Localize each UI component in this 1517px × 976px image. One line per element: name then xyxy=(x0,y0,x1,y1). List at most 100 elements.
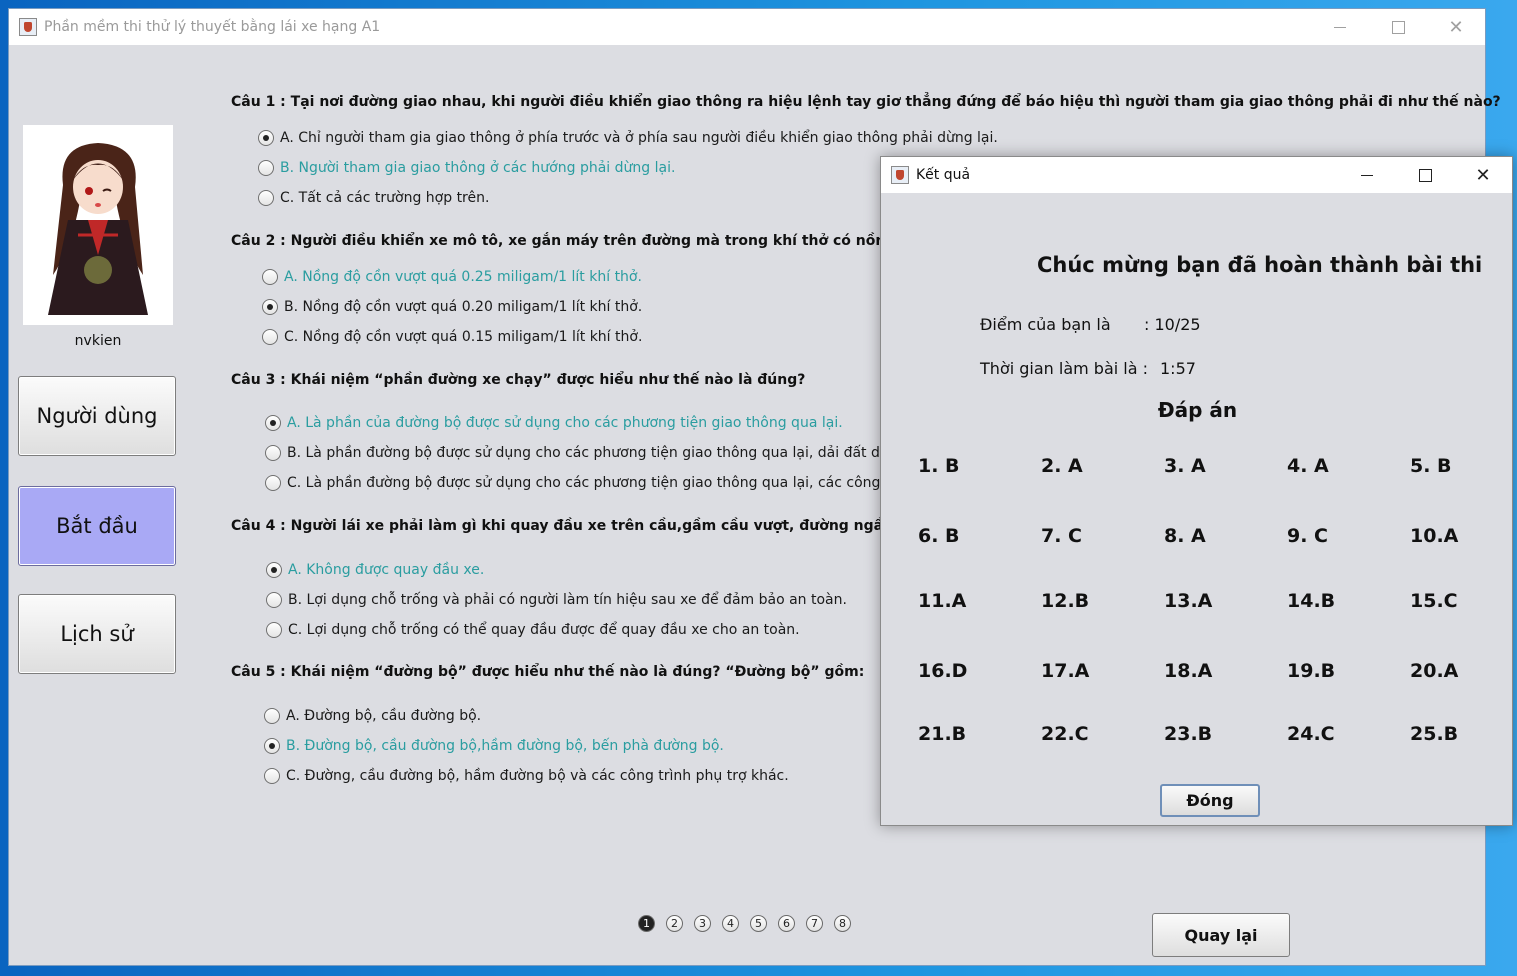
answer-item: 22.C xyxy=(1041,723,1089,745)
question-4-title: Câu 4 : Người lái xe phải làm gì khi qua… xyxy=(231,518,931,534)
window-title: Phần mềm thi thử lý thuyết bằng lái xe h… xyxy=(44,19,381,35)
history-button[interactable]: Lịch sử xyxy=(18,594,176,674)
page-4-radio[interactable]: 4 xyxy=(722,915,739,932)
dialog-minimize-button[interactable] xyxy=(1338,157,1396,193)
radio-icon[interactable] xyxy=(266,592,282,608)
answer-item: 16.D xyxy=(918,660,968,682)
answer-item: 20.A xyxy=(1410,660,1459,682)
maximize-icon xyxy=(1391,20,1405,34)
radio-icon[interactable] xyxy=(264,768,280,784)
answer-item: 19.B xyxy=(1287,660,1336,682)
question-2-option-a[interactable]: A. Nồng độ cồn vượt quá 0.25 miligam/1 l… xyxy=(262,269,642,285)
question-2-title: Câu 2 : Người điều khiển xe mô tô, xe gắ… xyxy=(231,233,943,249)
dialog-close-button[interactable]: ✕ xyxy=(1454,157,1512,193)
option-label: A. Là phần của đường bộ được sử dụng cho… xyxy=(287,415,843,431)
score-label: Điểm của bạn là xyxy=(980,315,1111,334)
question-5-option-c[interactable]: C. Đường, cầu đường bộ, hầm đường bộ và … xyxy=(264,768,789,784)
close-icon: ✕ xyxy=(1475,164,1491,186)
radio-icon[interactable] xyxy=(258,190,274,206)
radio-icon[interactable] xyxy=(258,160,274,176)
radio-icon[interactable] xyxy=(262,269,278,285)
radio-icon[interactable] xyxy=(258,130,274,146)
question-1-option-a[interactable]: A. Chỉ người tham gia giao thông ở phía … xyxy=(258,130,998,146)
option-label: A. Nồng độ cồn vượt quá 0.25 miligam/1 l… xyxy=(284,269,642,285)
radio-icon[interactable] xyxy=(266,622,282,638)
question-2-option-b[interactable]: B. Nồng độ cồn vượt quá 0.20 miligam/1 l… xyxy=(262,299,642,315)
java-app-icon xyxy=(891,166,909,184)
page-2-radio[interactable]: 2 xyxy=(666,915,683,932)
radio-icon[interactable] xyxy=(264,708,280,724)
question-3-title: Câu 3 : Khái niệm “phần đường xe chạy” đ… xyxy=(231,372,806,388)
question-4-option-b[interactable]: B. Lợi dụng chỗ trống và phải có người l… xyxy=(266,592,847,608)
option-label: B. Nồng độ cồn vượt quá 0.20 miligam/1 l… xyxy=(284,299,643,315)
answer-item: 18.A xyxy=(1164,660,1213,682)
question-3-option-c[interactable]: C. Là phần đường bộ được sử dụng cho các… xyxy=(265,475,918,491)
answer-item: 1. B xyxy=(918,455,960,477)
answer-item: 12.B xyxy=(1041,590,1090,612)
start-button[interactable]: Bắt đầu xyxy=(18,486,176,566)
option-label: A. Chỉ người tham gia giao thông ở phía … xyxy=(280,130,998,146)
page-selector: 1 2 3 4 5 6 7 8 xyxy=(638,915,851,932)
user-button[interactable]: Người dùng xyxy=(18,376,176,456)
question-1-title: Câu 1 : Tại nơi đường giao nhau, khi ngư… xyxy=(231,94,1501,110)
radio-icon[interactable] xyxy=(265,415,281,431)
answer-item: 8. A xyxy=(1164,525,1206,547)
option-label: B. Là phần đường bộ được sử dụng cho các… xyxy=(287,445,919,461)
close-icon: ✕ xyxy=(1448,16,1464,38)
option-label: B. Đường bộ, cầu đường bộ,hầm đường bộ, … xyxy=(286,738,724,754)
option-label: A. Đường bộ, cầu đường bộ. xyxy=(286,708,482,724)
dialog-maximize-button[interactable] xyxy=(1396,157,1454,193)
answer-item: 11.A xyxy=(918,590,967,612)
answer-item: 3. A xyxy=(1164,455,1206,477)
answer-item: 9. C xyxy=(1287,525,1328,547)
time-label: Thời gian làm bài là : xyxy=(980,359,1149,378)
congrats-heading: Chúc mừng bạn đã hoàn thành bài thi xyxy=(1037,253,1483,277)
java-app-icon xyxy=(19,18,37,36)
avatar xyxy=(23,125,173,325)
question-1-option-c[interactable]: C. Tất cả các trường hợp trên. xyxy=(258,190,489,206)
dialog-title: Kết quả xyxy=(916,167,971,183)
option-label: B. Lợi dụng chỗ trống và phải có người l… xyxy=(288,592,847,608)
answer-item: 4. A xyxy=(1287,455,1329,477)
answer-item: 14.B xyxy=(1287,590,1336,612)
radio-icon[interactable] xyxy=(265,445,281,461)
question-5-option-a[interactable]: A. Đường bộ, cầu đường bộ. xyxy=(264,708,481,724)
page-5-radio[interactable]: 5 xyxy=(750,915,767,932)
question-5-option-b[interactable]: B. Đường bộ, cầu đường bộ,hầm đường bộ, … xyxy=(264,738,724,754)
back-button[interactable]: Quay lại xyxy=(1152,913,1290,957)
question-1-option-b[interactable]: B. Người tham gia giao thông ở các hướng… xyxy=(258,160,675,176)
answer-item: 2. A xyxy=(1041,455,1083,477)
radio-icon[interactable] xyxy=(262,299,278,315)
minimize-button[interactable] xyxy=(1311,9,1369,45)
radio-icon[interactable] xyxy=(262,329,278,345)
close-window-button[interactable]: ✕ xyxy=(1427,9,1485,45)
answer-item: 24.C xyxy=(1287,723,1335,745)
radio-icon[interactable] xyxy=(265,475,281,491)
page-7-radio[interactable]: 7 xyxy=(806,915,823,932)
option-label: B. Người tham gia giao thông ở các hướng… xyxy=(280,160,676,176)
page-8-radio[interactable]: 8 xyxy=(834,915,851,932)
answer-item: 5. B xyxy=(1410,455,1452,477)
option-label: A. Không được quay đầu xe. xyxy=(288,562,485,578)
answer-item: 21.B xyxy=(918,723,967,745)
option-label: C. Tất cả các trường hợp trên. xyxy=(280,190,490,206)
username-label: nvkien xyxy=(74,333,122,349)
page-6-radio[interactable]: 6 xyxy=(778,915,795,932)
window-titlebar: Phần mềm thi thử lý thuyết bằng lái xe h… xyxy=(9,9,1485,45)
radio-icon[interactable] xyxy=(264,738,280,754)
question-3-option-b[interactable]: B. Là phần đường bộ được sử dụng cho các… xyxy=(265,445,918,461)
close-dialog-button[interactable]: Đóng xyxy=(1160,784,1260,817)
result-dialog: Kết quả ✕ Chúc mừng bạn đã hoàn thành bà… xyxy=(880,156,1513,826)
page-1-radio[interactable]: 1 xyxy=(638,915,655,932)
radio-icon[interactable] xyxy=(266,562,282,578)
question-5-title: Câu 5 : Khái niệm “đường bộ” được hiểu n… xyxy=(231,664,865,680)
maximize-button[interactable] xyxy=(1369,9,1427,45)
answer-item: 10.A xyxy=(1410,525,1459,547)
question-4-option-c[interactable]: C. Lợi dụng chỗ trống có thể quay đầu đư… xyxy=(266,622,800,638)
question-3-option-a[interactable]: A. Là phần của đường bộ được sử dụng cho… xyxy=(265,415,843,431)
minimize-icon xyxy=(1361,174,1373,176)
answer-item: 15.C xyxy=(1410,590,1458,612)
question-4-option-a[interactable]: A. Không được quay đầu xe. xyxy=(266,562,484,578)
question-2-option-c[interactable]: C. Nồng độ cồn vượt quá 0.15 miligam/1 l… xyxy=(262,329,642,345)
page-3-radio[interactable]: 3 xyxy=(694,915,711,932)
